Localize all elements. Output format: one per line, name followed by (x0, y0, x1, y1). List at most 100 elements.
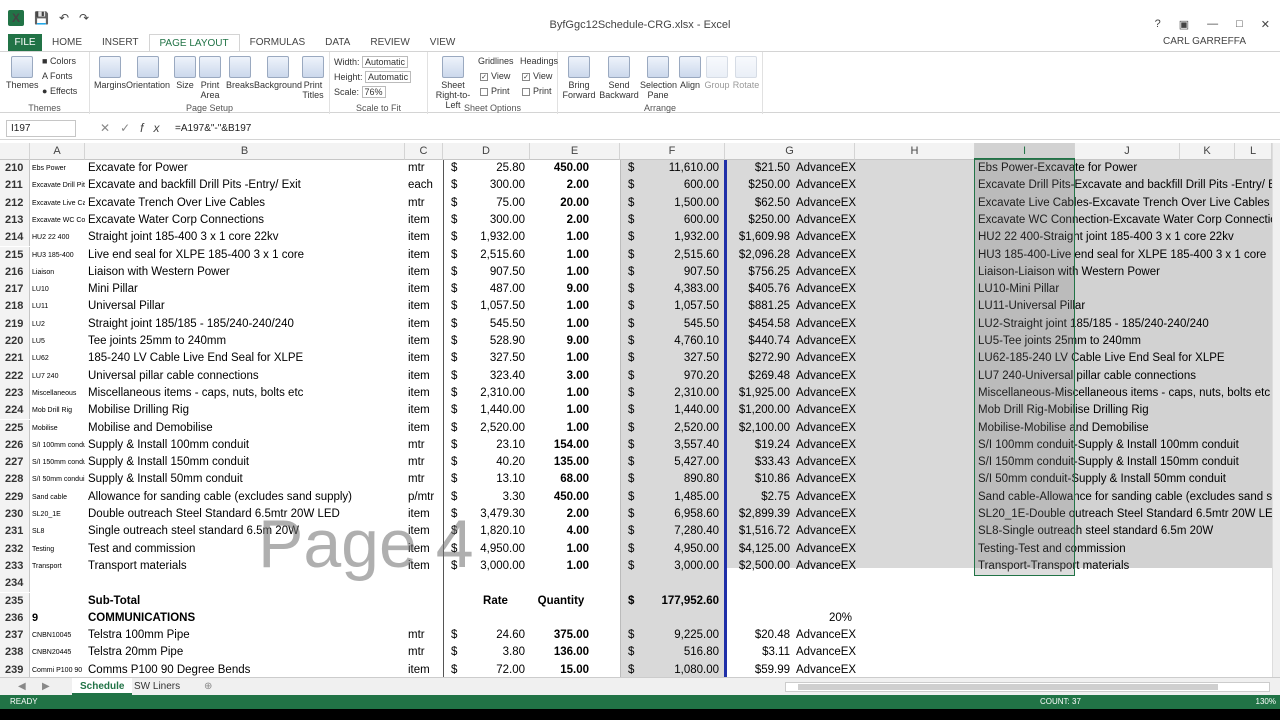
cell-amount[interactable]: 5,427.00 (640, 454, 722, 471)
cell-description[interactable]: 185-240 LV Cable Live End Seal for XLPE (85, 350, 405, 367)
cell-description[interactable]: Allowance for sanding cable (excludes sa… (85, 489, 405, 506)
cell-currency[interactable]: $ (448, 281, 463, 298)
cell-supplier[interactable]: AdvanceEX (793, 333, 868, 350)
cell-unit-cost[interactable]: $2,096.28 (725, 247, 793, 264)
cell-supplier[interactable]: AdvanceEX (793, 627, 868, 644)
cell-description[interactable]: Mini Pillar (85, 281, 405, 298)
cell-supplier[interactable]: AdvanceEX (793, 247, 868, 264)
cell-quantity[interactable]: 3.00 (530, 368, 592, 385)
row-number[interactable]: 211 (0, 177, 30, 195)
row-number[interactable]: 227 (0, 454, 30, 472)
row-number[interactable]: 216 (0, 263, 30, 282)
tab-page-layout[interactable]: PAGE LAYOUT (148, 34, 240, 51)
size-button[interactable]: Size (174, 56, 196, 90)
cell-rate[interactable]: 545.50 (463, 316, 528, 333)
cell-unit-cost[interactable]: $1,516.72 (725, 523, 793, 540)
cell-currency[interactable]: $ (448, 662, 463, 677)
gridlines-view-checkbox[interactable]: ✓ View (480, 71, 510, 81)
sheet-tab-schedule[interactable]: Schedule (72, 678, 133, 695)
cell-unit-cost[interactable]: $454.58 (725, 316, 793, 333)
cell-code[interactable]: Excavate Live Ca (30, 195, 85, 212)
send-backward-button[interactable]: Send Backward (598, 56, 640, 100)
cell-currency[interactable]: $ (448, 160, 463, 177)
cell-currency[interactable]: $ (448, 247, 463, 264)
cell-currency[interactable]: $ (448, 298, 463, 315)
cell-amount[interactable]: 1,057.50 (640, 298, 722, 315)
cell-rate[interactable]: 1,057.50 (463, 298, 528, 315)
sheet-rtl-button[interactable]: Sheet Right-to-Left (430, 56, 476, 110)
cell-unit[interactable]: item (405, 333, 443, 350)
row-number[interactable]: 236 (0, 609, 30, 628)
cell-code[interactable]: CNBN10045 (30, 627, 85, 644)
cell-rate[interactable]: 323.40 (463, 368, 528, 385)
cell-currency[interactable]: $ (625, 333, 640, 350)
cell-currency[interactable]: $ (625, 402, 640, 419)
cell-quantity[interactable]: 68.00 (530, 471, 592, 488)
cell-description[interactable]: Liaison with Western Power (85, 264, 405, 281)
cell-amount[interactable]: 545.50 (640, 316, 722, 333)
col-header-j[interactable]: J (1075, 143, 1180, 160)
cell-currency[interactable]: $ (625, 368, 640, 385)
cell-supplier[interactable]: AdvanceEX (793, 316, 868, 333)
cell-supplier[interactable]: AdvanceEX (793, 420, 868, 437)
cell-supplier[interactable]: AdvanceEX (793, 368, 868, 385)
cell-quantity[interactable]: 450.00 (530, 160, 592, 177)
cell-unit-cost[interactable]: $10.86 (725, 471, 793, 488)
cell-code[interactable]: LU5 (30, 333, 85, 350)
cell-supplier[interactable]: AdvanceEX (793, 229, 868, 246)
cell-amount[interactable]: 970.20 (640, 368, 722, 385)
cell-code[interactable]: LU10 (30, 281, 85, 298)
cell-rate[interactable]: 2,310.00 (463, 385, 528, 402)
cell-quantity[interactable]: 4.00 (530, 523, 592, 540)
row-number[interactable]: 237 (0, 627, 30, 645)
row-number[interactable]: 232 (0, 540, 30, 558)
cell-currency[interactable]: $ (448, 195, 463, 212)
fonts-button[interactable]: A Fonts (42, 71, 73, 81)
next-sheet-icon[interactable]: ▶ (34, 678, 58, 695)
cell-code[interactable]: Transport (30, 558, 85, 575)
cell-supplier[interactable]: AdvanceEX (793, 558, 868, 575)
cell-unit-cost[interactable]: $756.25 (725, 264, 793, 281)
cell-quantity[interactable]: 1.00 (530, 558, 592, 575)
cell-currency[interactable]: $ (625, 281, 640, 298)
cell-quantity[interactable]: 450.00 (530, 489, 592, 506)
cell-currency[interactable]: $ (625, 212, 640, 229)
cell-currency[interactable]: $ (625, 385, 640, 402)
cell-currency[interactable]: $ (625, 558, 640, 575)
effects-button[interactable]: ● Effects (42, 86, 77, 96)
cell-unit-cost[interactable]: $250.00 (725, 212, 793, 229)
scale-input[interactable]: 76% (361, 86, 386, 98)
cell-amount[interactable]: 4,383.00 (640, 281, 722, 298)
cell-code[interactable]: S/I 150mm condui (30, 454, 85, 471)
cell-unit[interactable]: mtr (405, 454, 443, 471)
cell-currency[interactable]: $ (448, 437, 463, 454)
cell-amount[interactable]: 327.50 (640, 350, 722, 367)
cell-amount[interactable]: 11,610.00 (640, 160, 722, 177)
cell-unit[interactable]: mtr (405, 437, 443, 454)
cell-unit[interactable]: item (405, 281, 443, 298)
headings-print-checkbox[interactable]: Print (522, 86, 552, 96)
cell-unit-cost[interactable]: $59.99 (725, 662, 793, 677)
cell-code[interactable]: Mob Drill Rig (30, 402, 85, 419)
row-number[interactable]: 225 (0, 419, 30, 437)
cell-currency[interactable]: $ (448, 333, 463, 350)
cell-unit-cost[interactable]: $19.24 (725, 437, 793, 454)
cell-unit[interactable]: item (405, 385, 443, 402)
cell-rate[interactable]: 3.30 (463, 489, 528, 506)
cell-unit-cost[interactable]: $881.25 (725, 298, 793, 315)
cell-section-title[interactable]: COMMUNICATIONS (85, 610, 405, 627)
row-number[interactable]: 228 (0, 471, 30, 489)
cell-unit-cost[interactable]: $2,500.00 (725, 558, 793, 575)
cell-currency[interactable]: $ (625, 160, 640, 177)
cell-currency[interactable]: $ (625, 627, 640, 644)
cell-supplier[interactable]: AdvanceEX (793, 523, 868, 540)
cell-description[interactable]: Telstra 20mm Pipe (85, 644, 405, 661)
tab-home[interactable]: HOME (42, 34, 92, 51)
row-number[interactable]: 226 (0, 436, 30, 455)
cell-quantity[interactable]: 2.00 (530, 506, 592, 523)
print-area-button[interactable]: Print Area (198, 56, 222, 100)
cell-supplier[interactable]: AdvanceEX (793, 160, 868, 177)
cell-unit-cost[interactable]: $62.50 (725, 195, 793, 212)
cell-unit[interactable]: item (405, 368, 443, 385)
row-number[interactable]: 238 (0, 644, 30, 662)
